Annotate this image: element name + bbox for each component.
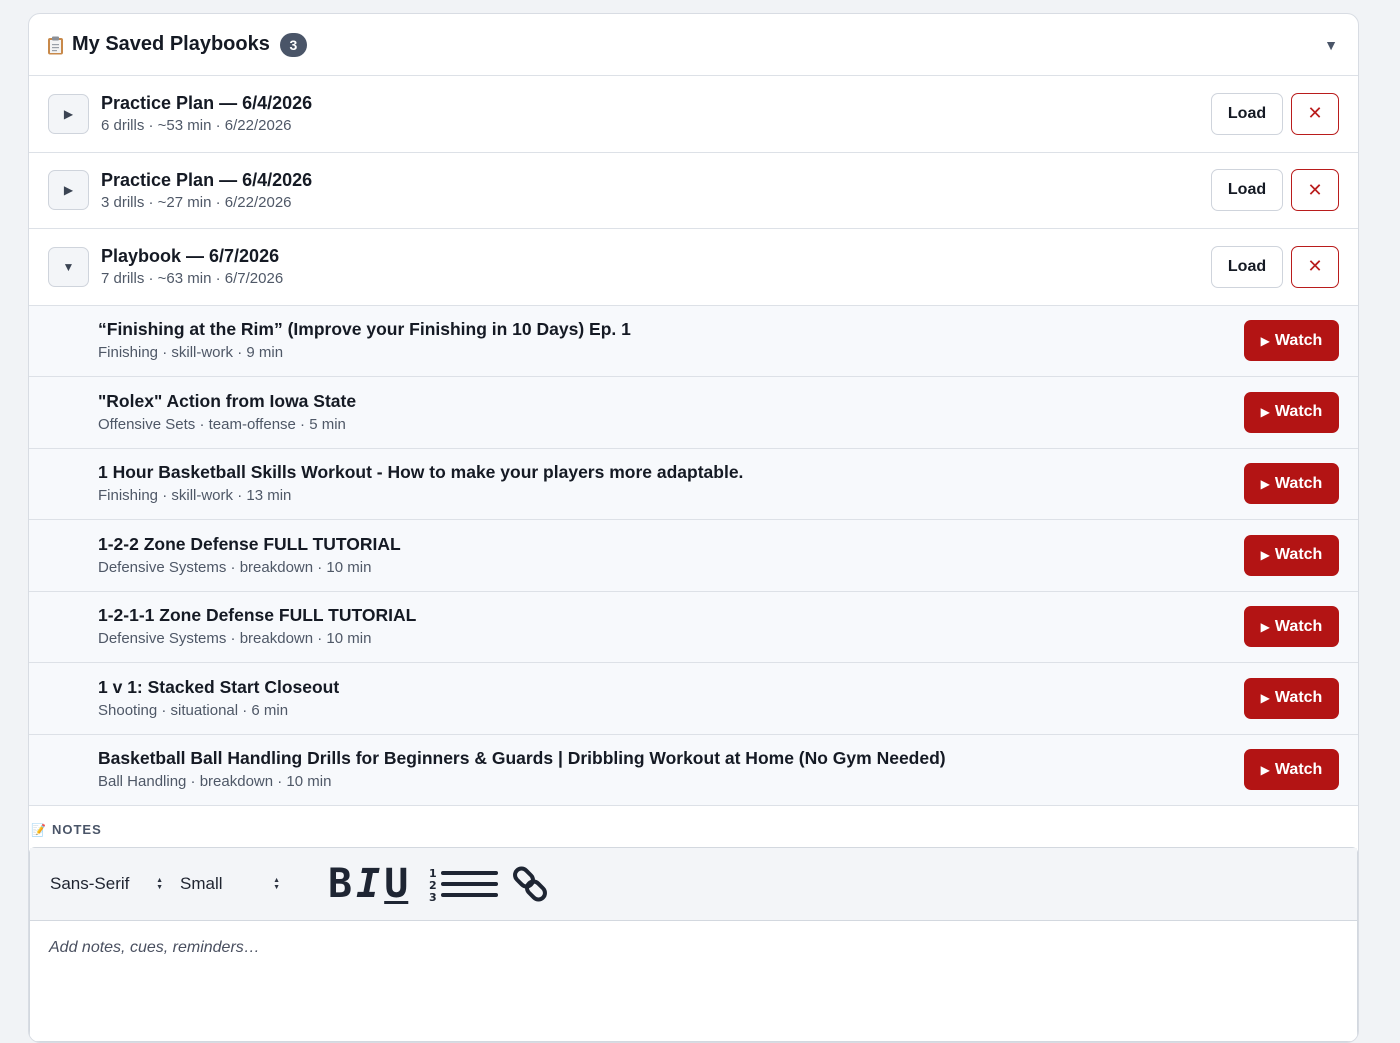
drill-meta: Finishing · skill-work · 9 min: [98, 344, 284, 362]
panel-title: My Saved Playbooks: [72, 33, 270, 55]
drill-meta: Offensive Sets · team-offense · 5 min: [98, 415, 346, 433]
notes-textarea[interactable]: Add notes, cues, reminders…: [30, 921, 1357, 1041]
font-family-value: Sans-Serif: [50, 874, 130, 893]
watch-button[interactable]: ▶ Watch: [1244, 677, 1339, 719]
delete-playbook-button[interactable]: ✕: [1291, 169, 1339, 212]
watch-button[interactable]: ▶ Watch: [1244, 463, 1339, 505]
italic-button[interactable]: I: [356, 864, 380, 904]
drill-row: “Finishing at the Rim” (Improve your Fin…: [29, 306, 1358, 377]
watch-label: Watch: [1274, 689, 1323, 707]
watch-button[interactable]: ▶ Watch: [1244, 391, 1339, 433]
play-icon: ▶: [1260, 405, 1270, 420]
load-playbook-button[interactable]: Load: [1211, 92, 1283, 135]
drill-row: 1-2-1-1 Zone Defense FULL TUTORIAL Defen…: [29, 592, 1358, 663]
close-icon: ✕: [1307, 179, 1323, 200]
play-icon: ▶: [1260, 619, 1270, 634]
playbook-title: Practice Plan — 6/4/2026: [101, 169, 313, 190]
drill-title: 1-2-1-1 Zone Defense FULL TUTORIAL: [98, 605, 417, 626]
underline-button[interactable]: U: [384, 864, 408, 904]
playbook-meta: 7 drills · ~63 min · 6/7/2026: [101, 270, 284, 288]
load-playbook-button[interactable]: Load: [1211, 245, 1283, 288]
drill-row: 1 Hour Basketball Skills Workout - How t…: [29, 449, 1358, 520]
drill-title: “Finishing at the Rim” (Improve your Fin…: [98, 319, 631, 340]
watch-label: Watch: [1274, 546, 1323, 564]
watch-button[interactable]: ▶ Watch: [1244, 606, 1339, 648]
select-arrows-icon: ▲ ▼: [273, 877, 280, 891]
svg-text:3: 3: [429, 891, 437, 903]
notes-section: 📝 NOTES Sans-Serif ▲▼ Small ▲▼ B I U 1: [29, 806, 1358, 1042]
watch-button[interactable]: ▶ Watch: [1244, 749, 1339, 791]
drill-title: Basketball Ball Handling Drills for Begi…: [98, 748, 946, 769]
expand-playbook-button[interactable]: ▶: [48, 170, 89, 211]
expand-playbook-button[interactable]: ▶: [48, 93, 89, 134]
drill-title: 1 v 1: Stacked Start Closeout: [98, 676, 340, 697]
clipboard-icon: [47, 36, 64, 55]
playbook-row: ▼ Playbook — 6/7/2026 7 drills · ~63 min…: [29, 229, 1358, 306]
font-family-select[interactable]: Sans-Serif ▲ ▼: [50, 874, 163, 894]
chevron-down-icon[interactable]: ▼: [1324, 37, 1338, 53]
saved-playbooks-panel: My Saved Playbooks 3 ▼ ▶ Practice Plan —…: [28, 13, 1359, 1043]
memo-icon: 📝: [31, 822, 47, 837]
play-icon: ▶: [1260, 333, 1270, 348]
play-icon: ▶: [1260, 691, 1270, 706]
panel-header[interactable]: My Saved Playbooks 3 ▼: [29, 14, 1358, 76]
watch-label: Watch: [1274, 474, 1323, 492]
playbook-meta: 6 drills · ~53 min · 6/22/2026: [101, 117, 292, 135]
drill-title: 1 Hour Basketball Skills Workout - How t…: [98, 462, 744, 483]
collapse-playbook-button[interactable]: ▼: [48, 246, 89, 287]
close-icon: ✕: [1307, 103, 1323, 124]
link-icon[interactable]: [512, 865, 550, 903]
bold-button[interactable]: B: [328, 864, 352, 904]
play-icon: ▶: [1260, 476, 1270, 491]
editor-toolbar: Sans-Serif ▲ ▼ Small ▲ ▼ B I U 1 2 3: [30, 848, 1357, 921]
watch-button[interactable]: ▶ Watch: [1244, 534, 1339, 576]
play-triangle-icon: ▶: [63, 106, 74, 121]
watch-label: Watch: [1274, 760, 1323, 778]
notes-editor: Sans-Serif ▲ ▼ Small ▲ ▼ B I U 1 2 3 Add…: [29, 847, 1358, 1042]
drill-title: 1-2-2 Zone Defense FULL TUTORIAL: [98, 533, 401, 554]
playbook-row: ▶ Practice Plan — 6/4/2026 3 drills · ~2…: [29, 152, 1358, 229]
watch-label: Watch: [1274, 617, 1323, 635]
select-arrows-icon: ▲ ▼: [156, 877, 163, 891]
drill-row: Basketball Ball Handling Drills for Begi…: [29, 735, 1358, 806]
drill-row: "Rolex" Action from Iowa State Offensive…: [29, 377, 1358, 449]
ordered-list-icon[interactable]: 1 2 3: [428, 865, 499, 904]
drill-title: "Rolex" Action from Iowa State: [98, 390, 357, 411]
drill-row: 1 v 1: Stacked Start Closeout Shooting ·…: [29, 663, 1358, 735]
close-icon: ✕: [1307, 256, 1323, 277]
playbook-row: ▶ Practice Plan — 6/4/2026 6 drills · ~5…: [29, 76, 1358, 153]
play-icon: ▶: [1260, 762, 1270, 777]
notes-label-text: NOTES: [51, 822, 102, 837]
play-icon: ▶: [1260, 548, 1270, 563]
notes-label: 📝 NOTES: [29, 820, 1358, 839]
playbook-count-badge: 3: [279, 32, 307, 57]
load-playbook-button[interactable]: Load: [1211, 169, 1283, 212]
watch-label: Watch: [1274, 331, 1323, 349]
drill-row: 1-2-2 Zone Defense FULL TUTORIAL Defensi…: [29, 520, 1358, 592]
delete-playbook-button[interactable]: ✕: [1291, 245, 1339, 288]
playbook-meta: 3 drills · ~27 min · 6/22/2026: [101, 193, 292, 211]
play-triangle-icon: ▶: [63, 183, 74, 198]
delete-playbook-button[interactable]: ✕: [1291, 92, 1339, 135]
drill-meta: Ball Handling · breakdown · 10 min: [98, 773, 332, 791]
drill-list: “Finishing at the Rim” (Improve your Fin…: [29, 305, 1358, 806]
drill-meta: Defensive Systems · breakdown · 10 min: [98, 558, 372, 576]
playbook-title: Playbook — 6/7/2026: [101, 246, 280, 267]
font-size-value: Small: [180, 874, 223, 893]
playbook-title: Practice Plan — 6/4/2026: [101, 93, 313, 114]
watch-button[interactable]: ▶ Watch: [1244, 320, 1339, 362]
drill-meta: Defensive Systems · breakdown · 10 min: [98, 630, 372, 648]
watch-label: Watch: [1274, 403, 1323, 421]
font-size-select[interactable]: Small ▲ ▼: [180, 874, 280, 894]
chevron-down-icon: ▼: [62, 259, 75, 274]
drill-meta: Finishing · skill-work · 13 min: [98, 487, 292, 505]
drill-meta: Shooting · situational · 6 min: [98, 701, 289, 719]
